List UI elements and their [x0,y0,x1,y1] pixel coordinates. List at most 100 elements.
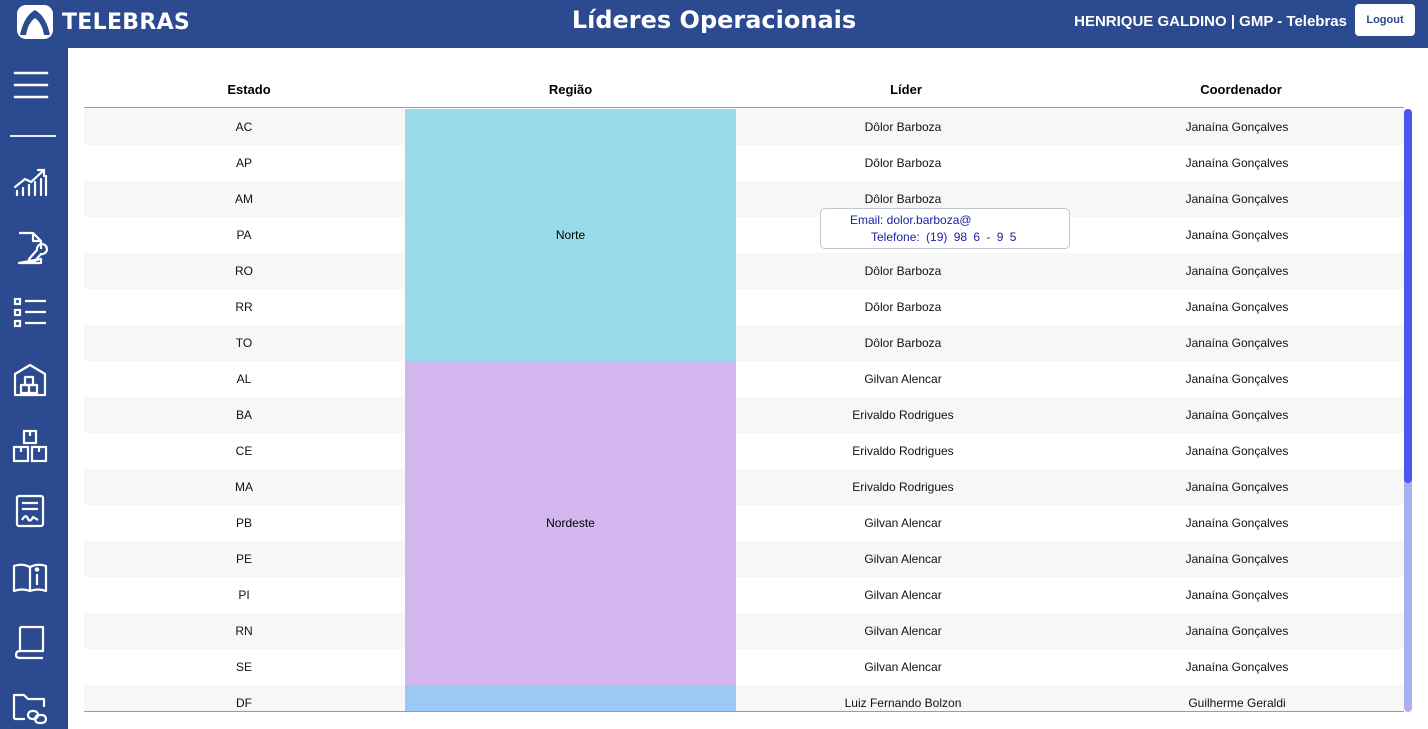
cell-estado: AL [236,372,252,386]
cell-lider: Gilvan Alencar [864,552,942,566]
cell-lider: Dôlor Barboza [864,264,942,278]
menu-icon[interactable] [10,64,50,104]
table-row[interactable]: DF Luiz Fernando Bolzon Guilherme Geraldi [84,685,1404,711]
table-row[interactable]: AP Dôlor Barboza Janaína Gonçalves [84,145,1404,181]
cell-lider: Erivaldo Rodrigues [852,408,954,422]
cell-lider: Gilvan Alencar [864,372,942,386]
cell-lider: Dôlor Barboza [864,300,942,314]
cell-estado: SE [235,660,252,674]
cell-coordenador: Janaína Gonçalves [1185,120,1289,134]
table-row[interactable]: PE Gilvan Alencar Janaína Gonçalves [84,541,1404,577]
main-content: Estado Região Líder Coordenador AC Dôlor … [68,48,1428,729]
cell-coordenador: Janaína Gonçalves [1185,588,1289,602]
table-row[interactable]: RR Dôlor Barboza Janaína Gonçalves [84,289,1404,325]
leaders-table: AC Dôlor Barboza Janaína Gonçalves AP Dôlor … [84,109,1404,712]
cell-lider: Erivaldo Rodrigues [852,444,954,458]
sidebar [0,48,68,729]
cell-coordenador: Janaína Gonçalves [1185,624,1289,638]
brand-name: TELEBRAS [62,9,191,35]
table-row[interactable]: PB Gilvan Alencar Janaína Gonçalves [84,505,1404,541]
cell-lider: Erivaldo Rodrigues [852,480,954,494]
cell-estado: PI [238,588,250,602]
cell-lider: Dôlor Barboza [864,120,942,134]
cell-lider: Gilvan Alencar [864,624,942,638]
cell-estado: AC [235,120,253,134]
sidebar-divider [10,135,56,137]
cell-coordenador: Janaína Gonçalves [1185,480,1289,494]
table-header: Estado Região Líder Coordenador [84,76,1404,108]
leader-contact-tooltip: Email: dolor.barboza@ Telefone: (19) 98 … [820,208,1070,249]
manual-info-icon[interactable] [10,557,50,597]
cell-coordenador: Janaína Gonçalves [1185,228,1289,242]
telebras-logo-icon [17,5,53,39]
tooltip-phone: Telefone: (19) 98 6 - 9 5 [871,230,1017,244]
table-row[interactable]: TO Dôlor Barboza Janaína Gonçalves [84,325,1404,361]
cell-coordenador: Janaína Gonçalves [1185,372,1289,386]
table-row[interactable]: AL Gilvan Alencar Janaína Gonçalves [84,361,1404,397]
table-row[interactable]: CE Erivaldo Rodrigues Janaína Gonçalves [84,433,1404,469]
table-row[interactable]: MA Erivaldo Rodrigues Janaína Gonçalves [84,469,1404,505]
cell-estado: MA [235,480,253,494]
cell-estado: PB [235,516,252,530]
table-row[interactable]: PA Janaína Gonçalves [84,217,1404,253]
folder-link-icon[interactable] [10,688,50,728]
header-lider[interactable]: Líder [838,82,974,97]
top-bar: TELEBRAS Líderes Operacionais HENRIQUE G… [0,0,1428,48]
cell-coordenador: Janaína Gonçalves [1185,156,1289,170]
header-estado[interactable]: Estado [184,82,314,97]
cell-coordenador: Janaína Gonçalves [1185,516,1289,530]
cell-estado: CE [235,444,253,458]
cell-lider: Dôlor Barboza [864,156,942,170]
table-row[interactable]: AM Dôlor Barboza Janaína Gonçalves [84,181,1404,217]
table-row[interactable]: AC Dôlor Barboza Janaína Gonçalves [84,109,1404,145]
region-cell: Norte [405,109,736,361]
cell-coordenador: Janaína Gonçalves [1185,264,1289,278]
cell-coordenador: Janaína Gonçalves [1185,192,1289,206]
table-row[interactable]: RN Gilvan Alencar Janaína Gonçalves [84,613,1404,649]
cell-estado: PE [235,552,252,566]
table-row[interactable]: BA Erivaldo Rodrigues Janaína Gonçalves [84,397,1404,433]
region-label: Nordeste [546,516,595,530]
cell-estado: RO [235,264,253,278]
region-label: Norte [555,228,586,242]
cell-estado: BA [235,408,252,422]
cell-coordenador: Guilherme Geraldi [1188,696,1286,710]
book-icon[interactable] [10,622,50,662]
document-wrench-icon[interactable] [10,228,50,268]
cell-coordenador: Janaína Gonçalves [1185,336,1289,350]
cell-lider: Gilvan Alencar [864,516,942,530]
cell-lider: Luiz Fernando Bolzon [844,696,962,710]
cell-coordenador: Janaína Gonçalves [1185,552,1289,566]
brand-logo[interactable]: TELEBRAS [16,4,190,40]
cell-estado: RN [235,624,253,638]
cell-lider: Gilvan Alencar [864,588,942,602]
table-row[interactable]: SE Gilvan Alencar Janaína Gonçalves [84,649,1404,685]
checklist-icon[interactable] [10,293,50,333]
logout-button[interactable]: Logout [1355,4,1415,36]
contract-signature-icon[interactable] [10,491,50,531]
table-row[interactable]: RO Dôlor Barboza Janaína Gonçalves [84,253,1404,289]
cell-lider: Dôlor Barboza [864,336,942,350]
cell-coordenador: Janaína Gonçalves [1185,444,1289,458]
page-title: Líderes Operacionais [571,6,857,34]
cell-coordenador: Janaína Gonçalves [1185,660,1289,674]
tooltip-email: Email: dolor.barboza@ [850,213,972,227]
chart-trend-icon[interactable] [10,162,50,202]
region-cell [405,685,736,711]
cell-estado: TO [235,336,253,350]
cell-estado: DF [236,696,252,710]
header-coordenador[interactable]: Coordenador [1138,82,1344,97]
scrollbar-thumb[interactable] [1404,109,1412,483]
cell-estado: AP [235,156,252,170]
header-regiao[interactable]: Região [505,82,636,97]
table-row[interactable]: PI Gilvan Alencar Janaína Gonçalves [84,577,1404,613]
cell-coordenador: Janaína Gonçalves [1185,408,1289,422]
boxes-icon[interactable] [10,426,50,466]
cell-coordenador: Janaína Gonçalves [1185,300,1289,314]
user-info: HENRIQUE GALDINO | GMP - Telebras [1074,13,1347,30]
warehouse-icon[interactable] [10,360,50,400]
cell-estado: RR [235,300,253,314]
cell-lider: Gilvan Alencar [864,660,942,674]
cell-estado: AM [235,192,253,206]
cell-estado: PA [236,228,252,242]
